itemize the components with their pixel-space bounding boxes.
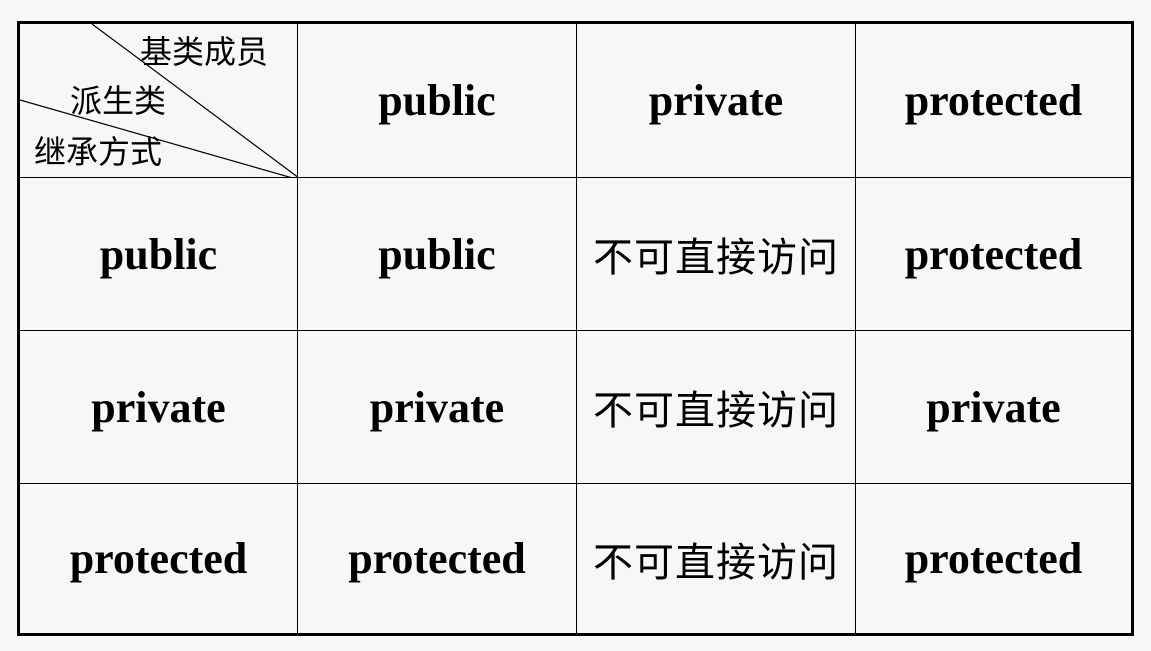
table-cell: public [298,178,577,331]
table-cell: protected [904,534,1083,583]
table-cell: 不可直接访问 [577,331,856,484]
table-cell: private [856,331,1131,484]
derived-class-label: 派生类 [70,82,167,120]
table-cell: private [298,331,577,484]
row-label-protected: protected [20,484,298,633]
corner-header-cell: 基类成员 派生类 继承方式 [20,24,298,178]
header-private: private [577,24,856,178]
inheritance-mode-label: 继承方式 [34,133,163,171]
table-cell: 不可直接访问 [577,178,856,331]
base-member-label: 基类成员 [140,33,269,71]
row-label-private: private [20,331,298,484]
table-cell: protected [856,178,1131,331]
header-protected: protected [856,24,1131,178]
table-cell: protected [298,484,577,633]
row-label-public: public [20,178,298,331]
header-public: public [298,24,577,178]
page: 基类成员 派生类 继承方式 public private protected p… [0,0,1151,651]
table-cell: 不可直接访问 [577,484,856,633]
inheritance-access-table: 基类成员 派生类 继承方式 public private protected p… [17,21,1134,636]
